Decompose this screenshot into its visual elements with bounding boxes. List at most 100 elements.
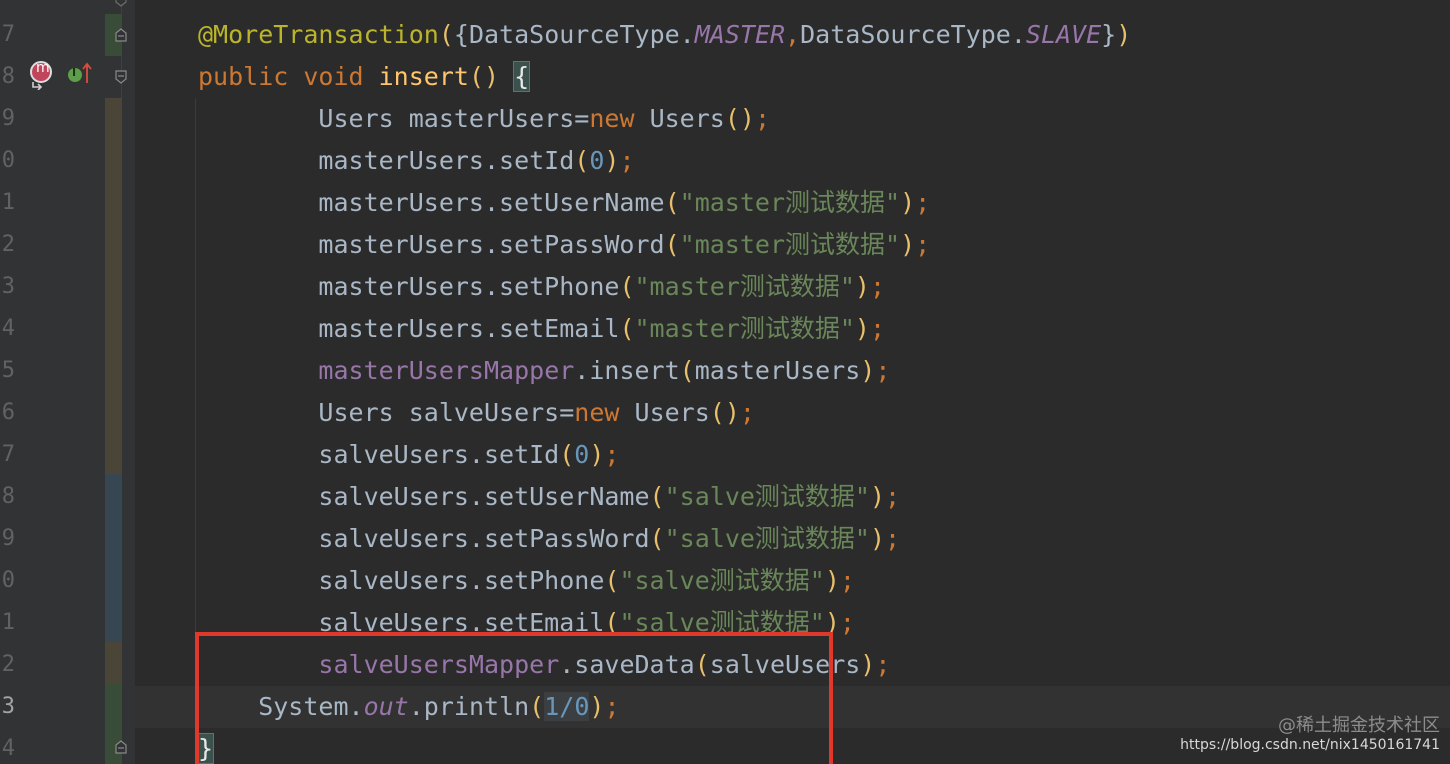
code-token: (: [619, 314, 635, 343]
code-token: (): [724, 104, 755, 133]
code-token: SLAVE: [1025, 20, 1102, 49]
code-token: Users: [634, 398, 710, 427]
code-line[interactable]: Users salveUsers=new Users();: [198, 392, 755, 434]
vcs-change-marker-modified[interactable]: [105, 98, 122, 474]
code-line[interactable]: salveUsers.setPassWord("salve测试数据");: [198, 518, 900, 560]
code-token: }: [1101, 20, 1117, 49]
code-line[interactable]: @MoreTransaction({DataSourceType.MASTER,…: [198, 14, 1131, 56]
line-number: 1: [1, 190, 15, 215]
code-line[interactable]: masterUsers.setPassWord("master测试数据");: [198, 224, 930, 266]
code-line[interactable]: masterUsers.setPhone("master测试数据");: [198, 266, 885, 308]
code-token: masterUsersMapper: [318, 356, 575, 385]
code-token: ): [860, 356, 876, 385]
watermark-site: @稀土掘金技术社区: [1278, 715, 1440, 736]
code-editor[interactable]: 789012345678901234 @MoreTransaction({Dat…: [0, 0, 1450, 764]
code-line[interactable]: masterUsers.setUserName("master测试数据");: [198, 182, 930, 224]
code-token: ;: [875, 356, 891, 385]
code-token: "salve测试数据": [664, 524, 870, 553]
code-token: 0: [589, 146, 605, 175]
code-token: "salve测试数据": [619, 566, 825, 595]
code-token: ): [1116, 20, 1132, 49]
code-line[interactable]: salveUsers.setPhone("salve测试数据");: [198, 560, 855, 602]
code-token: (: [649, 524, 665, 553]
code-token: ;: [869, 314, 886, 343]
vcs-change-marker-modified[interactable]: [105, 642, 122, 684]
code-token: DataSourceType.: [468, 20, 695, 49]
code-line[interactable]: masterUsersMapper.insert(masterUsers);: [198, 350, 890, 392]
line-number: 2: [1, 652, 15, 677]
line-number: 6: [1, 400, 15, 425]
code-token: (: [604, 566, 620, 595]
code-token: masterUsers: [694, 356, 861, 385]
indent-guide: [195, 98, 196, 718]
code-token: ;: [619, 146, 635, 175]
code-token: (: [649, 482, 665, 511]
navigate-arrow-icon: [32, 82, 43, 90]
code-token: (: [679, 356, 695, 385]
code-token: (: [664, 230, 680, 259]
code-token: (: [574, 146, 590, 175]
code-token: ): [869, 482, 886, 511]
code-token: ): [860, 650, 876, 679]
implements-interface-icon[interactable]: [68, 66, 82, 82]
code-token: insert: [378, 62, 469, 91]
line-number: 7: [1, 22, 15, 47]
code-line[interactable]: salveUsers.setUserName("salve测试数据");: [198, 476, 900, 518]
line-number: 3: [1, 694, 15, 719]
code-token: "salve测试数据": [664, 482, 870, 511]
code-token: ): [854, 314, 870, 343]
fold-marker-icon[interactable]: [114, 28, 128, 42]
line-number: 1: [1, 610, 15, 635]
code-line[interactable]: public void insert() {: [198, 56, 531, 98]
annotation-highlight-box: [195, 632, 833, 764]
code-token: "master测试数据": [679, 230, 901, 259]
code-token: ;: [915, 188, 931, 217]
line-number: 7: [1, 442, 15, 467]
code-token: Users: [649, 104, 725, 133]
code-token: {: [513, 61, 531, 92]
code-token: 0: [574, 440, 590, 469]
code-token: ;: [885, 524, 901, 553]
code-token: masterUsers.setPhone: [198, 272, 620, 301]
code-token: ;: [839, 608, 855, 637]
code-line[interactable]: salveUsers.setId(0);: [198, 434, 619, 476]
line-number: 0: [1, 568, 15, 593]
fold-marker-icon[interactable]: [114, 0, 128, 8]
line-number: 3: [1, 274, 15, 299]
code-token: DataSourceType.: [800, 20, 1026, 49]
watermark: @稀土掘金技术社区 https://blog.csdn.net/nix14501…: [1180, 715, 1440, 754]
code-line[interactable]: masterUsers.setId(0);: [198, 140, 635, 182]
vcs-change-marker-changed[interactable]: [105, 474, 122, 642]
code-token: ;: [875, 650, 891, 679]
line-number: 9: [1, 526, 15, 551]
code-token: ;: [885, 482, 901, 511]
code-token: salveUsers.setUserName: [198, 482, 650, 511]
code-token: ): [589, 440, 605, 469]
code-token: ): [900, 188, 916, 217]
code-token: {: [453, 20, 469, 49]
code-line[interactable]: Users masterUsers=new Users();: [198, 98, 770, 140]
code-token: Users salveUsers=: [198, 398, 575, 427]
code-token: (: [664, 188, 680, 217]
code-token: (: [438, 20, 454, 49]
code-token: ;: [915, 230, 931, 259]
fold-marker-icon[interactable]: [114, 740, 128, 754]
line-number: 8: [1, 64, 15, 89]
code-token: salveUsers.setId: [198, 440, 560, 469]
fold-marker-icon[interactable]: [114, 70, 128, 84]
code-token: (): [468, 62, 515, 91]
code-token: masterUsers.setId: [198, 146, 575, 175]
line-number: 8: [1, 484, 15, 509]
code-token: ): [854, 272, 870, 301]
code-token: masterUsers.setUserName: [198, 188, 665, 217]
code-token: ;: [739, 398, 755, 427]
line-number: 0: [1, 148, 15, 173]
code-token: public void: [198, 62, 379, 91]
code-token: ,: [785, 20, 801, 49]
code-line[interactable]: masterUsers.setEmail("master测试数据");: [198, 308, 885, 350]
code-token: "master测试数据": [634, 314, 855, 343]
watermark-url: https://blog.csdn.net/nix1450161741: [1180, 737, 1440, 753]
code-token: ): [604, 146, 620, 175]
code-token: ;: [839, 566, 855, 595]
line-number: 2: [1, 232, 15, 257]
